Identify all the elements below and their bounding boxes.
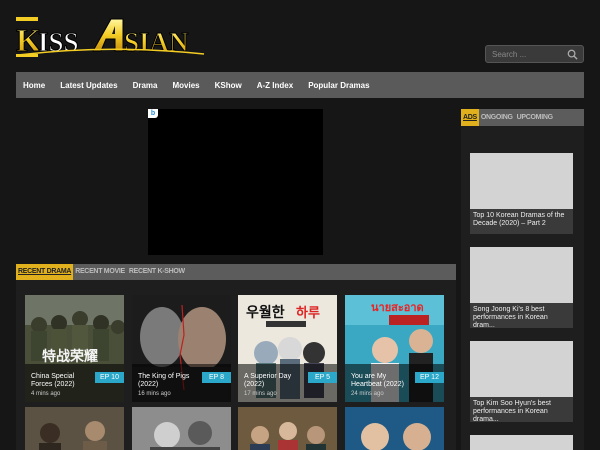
- sidebar-tabs: ADS ONGOING UPCOMING: [461, 109, 584, 126]
- drama-card[interactable]: [132, 407, 231, 450]
- drama-card[interactable]: นายสะอาด You are My Heartbeat (2022) 24 …: [345, 295, 444, 402]
- main-nav: Home Latest Updates Drama Movies KShow A…: [16, 72, 584, 98]
- drama-card[interactable]: 우월한 하루 A Superior Day (2022) 17 mins ago…: [238, 295, 337, 402]
- episode-badge: EP 8: [202, 372, 231, 383]
- article-thumbnail: [470, 435, 573, 450]
- tab-ads[interactable]: ADS: [461, 109, 479, 126]
- nav-item-az-index[interactable]: A-Z Index: [257, 81, 293, 90]
- article-caption[interactable]: Top 10 Korean Dramas of the Decade (2020…: [470, 209, 573, 234]
- tab-upcoming[interactable]: UPCOMING: [515, 109, 555, 126]
- tab-ongoing[interactable]: ONGOING: [479, 109, 515, 126]
- search-icon[interactable]: [564, 46, 580, 62]
- tab-recent-kshow[interactable]: RECENT K-SHOW: [127, 264, 187, 280]
- article-caption[interactable]: Top Kim Soo Hyun's best performances in …: [470, 397, 573, 422]
- ad-banner[interactable]: b: [148, 109, 323, 255]
- search-input[interactable]: [486, 46, 564, 62]
- card-time: 24 mins ago: [351, 391, 384, 397]
- nav-item-kshow[interactable]: KShow: [215, 81, 242, 90]
- sidebar-article[interactable]: Top Kim Soo Hyun's best performances in …: [470, 341, 573, 422]
- nav-item-movies[interactable]: Movies: [173, 81, 200, 90]
- poster-image: [345, 407, 444, 450]
- episode-badge: EP 5: [308, 372, 337, 383]
- card-time: 16 mins ago: [138, 391, 171, 397]
- tab-recent-drama[interactable]: RECENT DRAMA: [16, 264, 74, 280]
- article-caption[interactable]: Song Joong Ki's 8 best performances in K…: [470, 303, 573, 328]
- nav-item-drama[interactable]: Drama: [133, 81, 158, 90]
- recent-panel: RECENT DRAMA RECENT MOVIE RECENT K-SHOW …: [16, 264, 456, 450]
- nav-item-popular-dramas[interactable]: Popular Dramas: [308, 81, 369, 90]
- nav-item-latest-updates[interactable]: Latest Updates: [60, 81, 117, 90]
- nav-item-home[interactable]: Home: [23, 81, 45, 90]
- sidebar-article[interactable]: Top 10 Korean Dramas of the Decade (2020…: [470, 153, 573, 234]
- card-time: 4 mins ago: [31, 391, 61, 397]
- poster-image: [132, 407, 231, 450]
- recent-tabs: RECENT DRAMA RECENT MOVIE RECENT K-SHOW: [16, 264, 456, 280]
- article-thumbnail: [470, 247, 573, 303]
- card-title[interactable]: The King of Pigs (2022): [138, 373, 200, 389]
- drama-card[interactable]: [345, 407, 444, 450]
- poster-image: [25, 407, 124, 450]
- sidebar: ADS ONGOING UPCOMING Top 10 Korean Drama…: [461, 109, 584, 450]
- drama-card[interactable]: 特战荣耀 China Special Forces (2022) 4 mins …: [25, 295, 124, 402]
- search-box: [485, 45, 584, 63]
- ad-info-icon[interactable]: b: [148, 109, 158, 118]
- svg-text:特战荣耀: 特战荣耀: [42, 348, 98, 365]
- svg-text:SIAN: SIAN: [124, 27, 189, 57]
- svg-text:하루: 하루: [296, 305, 320, 321]
- drama-card[interactable]: [238, 407, 337, 450]
- article-thumbnail: [470, 153, 573, 209]
- logo-graphic: K ISS SIAN: [16, 17, 205, 59]
- card-title[interactable]: You are My Heartbeat (2022): [351, 373, 413, 389]
- episode-badge: EP 10: [95, 372, 124, 383]
- article-thumbnail: [470, 341, 573, 397]
- card-title[interactable]: A Superior Day (2022): [244, 373, 306, 389]
- episode-badge: EP 12: [415, 372, 444, 383]
- svg-text:우월한: 우월한: [246, 304, 285, 321]
- sidebar-article[interactable]: Song Joong Ki's 8 best performances in K…: [470, 247, 573, 328]
- card-time: 17 mins ago: [244, 391, 277, 397]
- card-title[interactable]: China Special Forces (2022): [31, 373, 93, 389]
- svg-text:นายสะอาด: นายสะอาด: [371, 301, 424, 314]
- drama-card[interactable]: [25, 407, 124, 450]
- poster-image: [238, 407, 337, 450]
- site-logo[interactable]: K ISS SIAN: [16, 14, 206, 60]
- sidebar-article[interactable]: [470, 435, 573, 450]
- drama-card[interactable]: The King of Pigs (2022) 16 mins ago EP 8: [132, 295, 231, 402]
- tab-recent-movie[interactable]: RECENT MOVIE: [73, 264, 127, 280]
